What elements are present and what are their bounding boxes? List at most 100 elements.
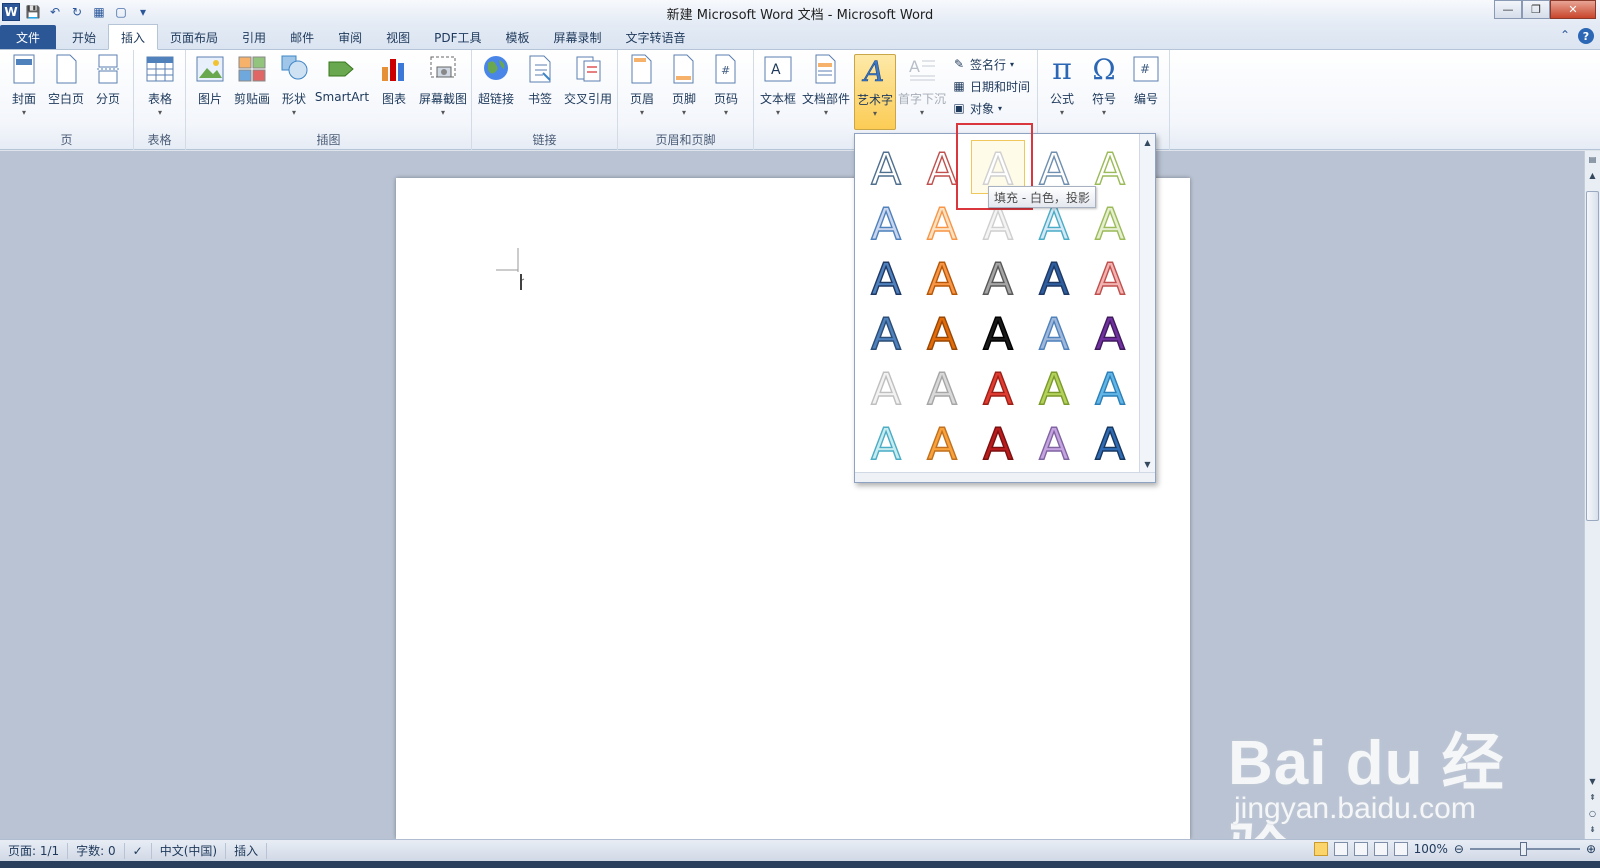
wordart-style-13[interactable]: A (971, 250, 1025, 304)
page-count[interactable]: 页面: 1/1 (0, 842, 69, 859)
chart-button[interactable]: 图表 (374, 54, 414, 120)
clipart-button[interactable]: 剪贴画 (232, 54, 272, 120)
wordart-a-glyph-icon: A (982, 419, 1014, 465)
tab-templates[interactable]: 模板 (494, 25, 542, 49)
wordart-style-11[interactable]: A (859, 250, 913, 304)
header-button[interactable]: 页眉 ▾ (622, 54, 662, 120)
wordart-a-glyph-icon: A (1038, 364, 1070, 410)
restore-button[interactable]: ❐ (1522, 0, 1550, 19)
wordart-style-17[interactable]: A (915, 305, 969, 359)
shapes-button[interactable]: 形状 ▾ (274, 54, 314, 120)
tab-text-to-speech[interactable]: 文字转语音 (614, 25, 698, 49)
scroll-up-arrow-icon[interactable]: ▲ (1585, 167, 1600, 183)
wordart-button[interactable]: A 艺术字 ▾ (854, 54, 896, 130)
ruler-toggle-icon[interactable]: ▤ (1585, 151, 1600, 167)
wordart-style-26[interactable]: A (859, 415, 913, 469)
symbol-button[interactable]: Ω 符号 ▾ (1084, 53, 1124, 120)
signature-line-button[interactable]: ✎ 签名行 ▾ (952, 54, 1014, 74)
word-count[interactable]: 字数: 0 (68, 842, 125, 859)
zoom-level[interactable]: 100% (1414, 842, 1448, 856)
smartart-icon (327, 54, 357, 84)
full-screen-reading-view-icon[interactable] (1333, 842, 1348, 856)
tab-view[interactable]: 视图 (374, 25, 422, 49)
table-button[interactable]: 表格 ▾ (140, 54, 180, 120)
wordart-style-25[interactable]: A (1083, 360, 1137, 414)
object-button[interactable]: ▣ 对象 ▾ (952, 98, 1002, 118)
bookmark-button[interactable]: 书签 (520, 54, 560, 120)
scroll-down-arrow-icon[interactable]: ▼ (1585, 773, 1600, 789)
wordart-style-14[interactable]: A (1027, 250, 1081, 304)
draft-view-icon[interactable] (1393, 842, 1408, 856)
insert-mode-indicator[interactable]: 插入 (226, 842, 268, 859)
wordart-style-12[interactable]: A (915, 250, 969, 304)
zoom-out-icon[interactable]: ⊖ (1454, 842, 1464, 856)
wordart-style-15[interactable]: A (1083, 250, 1137, 304)
numbering-button[interactable]: # 编号 (1126, 54, 1166, 120)
zoom-in-icon[interactable]: ⊕ (1586, 842, 1596, 856)
wordart-style-28[interactable]: A (971, 415, 1025, 469)
tab-screen-record[interactable]: 屏幕录制 (542, 25, 614, 49)
wordart-style-6[interactable]: A (859, 195, 913, 249)
minimize-ribbon-icon[interactable]: ⌃ (1560, 28, 1570, 44)
wordart-a-glyph-icon: A (1094, 144, 1126, 190)
outline-view-icon[interactable] (1373, 842, 1388, 856)
wordart-style-30[interactable]: A (1083, 415, 1137, 469)
gallery-scroll-up-icon[interactable]: ▲ (1140, 134, 1155, 150)
gallery-resize-handle[interactable] (855, 472, 1155, 482)
svg-text:A: A (1095, 309, 1125, 355)
wordart-style-24[interactable]: A (1027, 360, 1081, 414)
gallery-scrollbar[interactable]: ▲ ▼ (1139, 134, 1155, 474)
close-button[interactable]: ✕ (1550, 0, 1596, 19)
next-page-icon[interactable]: ⇟ (1585, 821, 1600, 837)
tab-page-layout[interactable]: 页面布局 (158, 25, 230, 49)
wordart-style-23[interactable]: A (971, 360, 1025, 414)
wordart-style-1[interactable]: A (859, 140, 913, 194)
tab-insert[interactable]: 插入 (108, 24, 159, 50)
page-break-button[interactable]: 分页 (88, 54, 128, 120)
zoom-slider[interactable] (1469, 842, 1580, 856)
wordart-style-19[interactable]: A (1027, 305, 1081, 359)
print-layout-view-icon[interactable] (1313, 842, 1328, 856)
blank-page-button[interactable]: 空白页 (46, 54, 86, 120)
wordart-style-22[interactable]: A (915, 360, 969, 414)
vertical-scrollbar[interactable]: ▤ ▲ ▼ ⇞ ○ ⇟ (1584, 151, 1600, 839)
tab-file[interactable]: 文件 (0, 25, 56, 49)
tab-review[interactable]: 审阅 (326, 25, 374, 49)
page-number-button[interactable]: # 页码 ▾ (706, 54, 746, 120)
help-icon[interactable]: ? (1578, 28, 1594, 44)
wordart-style-21[interactable]: A (859, 360, 913, 414)
screenshot-button[interactable]: 屏幕截图 ▾ (418, 54, 468, 120)
browse-object-icon[interactable]: ○ (1585, 805, 1600, 821)
gallery-scroll-down-icon[interactable]: ▼ (1140, 456, 1155, 472)
tab-pdf-tools[interactable]: PDF工具 (422, 25, 493, 49)
equation-button[interactable]: π 公式 ▾ (1042, 52, 1082, 120)
previous-page-icon[interactable]: ⇞ (1585, 789, 1600, 805)
wordart-style-20[interactable]: A (1083, 305, 1137, 359)
footer-button[interactable]: 页脚 ▾ (664, 54, 704, 120)
proofing-icon[interactable]: ✓ (125, 842, 152, 859)
group-label-tables: 表格 (147, 133, 172, 147)
picture-button[interactable]: 图片 (190, 54, 230, 120)
tab-references[interactable]: 引用 (230, 25, 278, 49)
zoom-slider-thumb[interactable] (1519, 842, 1527, 856)
tab-home[interactable]: 开始 (60, 25, 108, 49)
smartart-button[interactable]: SmartArt (314, 54, 370, 120)
language-indicator[interactable]: 中文(中国) (152, 842, 227, 859)
quick-parts-button[interactable]: 文档部件 ▾ (802, 54, 850, 120)
scroll-thumb[interactable] (1586, 191, 1599, 521)
web-layout-view-icon[interactable] (1353, 842, 1368, 856)
hyperlink-button[interactable]: 超链接 (476, 54, 516, 120)
drop-cap-button[interactable]: A 首字下沉 ▾ (898, 54, 946, 120)
wordart-style-29[interactable]: A (1027, 415, 1081, 469)
wordart-style-16[interactable]: A (859, 305, 913, 359)
minimize-button[interactable]: — (1494, 0, 1522, 19)
date-time-button[interactable]: ▦ 日期和时间 (952, 76, 1030, 96)
tab-mailings[interactable]: 邮件 (278, 25, 326, 49)
textbox-button[interactable]: A 文本框 ▾ (758, 54, 798, 120)
svg-text:A: A (871, 254, 901, 300)
wordart-style-27[interactable]: A (915, 415, 969, 469)
wordart-style-18[interactable]: A (971, 305, 1025, 359)
cross-reference-icon (573, 54, 603, 84)
cross-reference-button[interactable]: 交叉引用 (560, 54, 616, 120)
cover-page-button[interactable]: 封面 ▾ (4, 54, 44, 120)
